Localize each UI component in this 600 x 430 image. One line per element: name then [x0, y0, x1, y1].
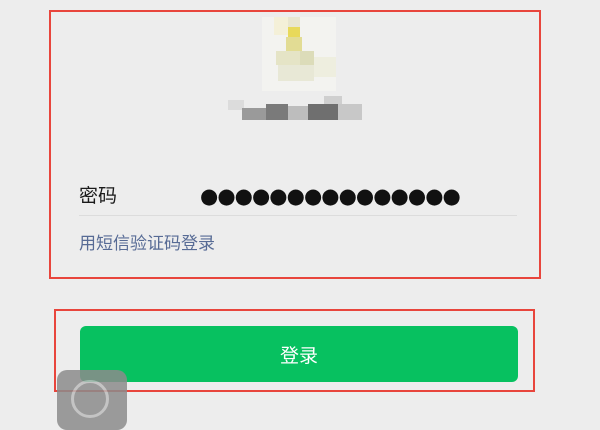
avatar — [262, 17, 336, 91]
assistive-touch-icon[interactable] — [57, 370, 127, 430]
password-divider — [79, 215, 517, 216]
sms-login-link[interactable]: 用短信验证码登录 — [79, 231, 215, 257]
password-label: 密码 — [79, 185, 118, 207]
assistive-touch-ring — [71, 380, 109, 418]
login-button[interactable]: 登录 — [80, 326, 518, 382]
password-input[interactable]: ●●●●●●●●●●●●●●● — [200, 182, 461, 210]
account-nickname-blurred — [228, 96, 368, 122]
